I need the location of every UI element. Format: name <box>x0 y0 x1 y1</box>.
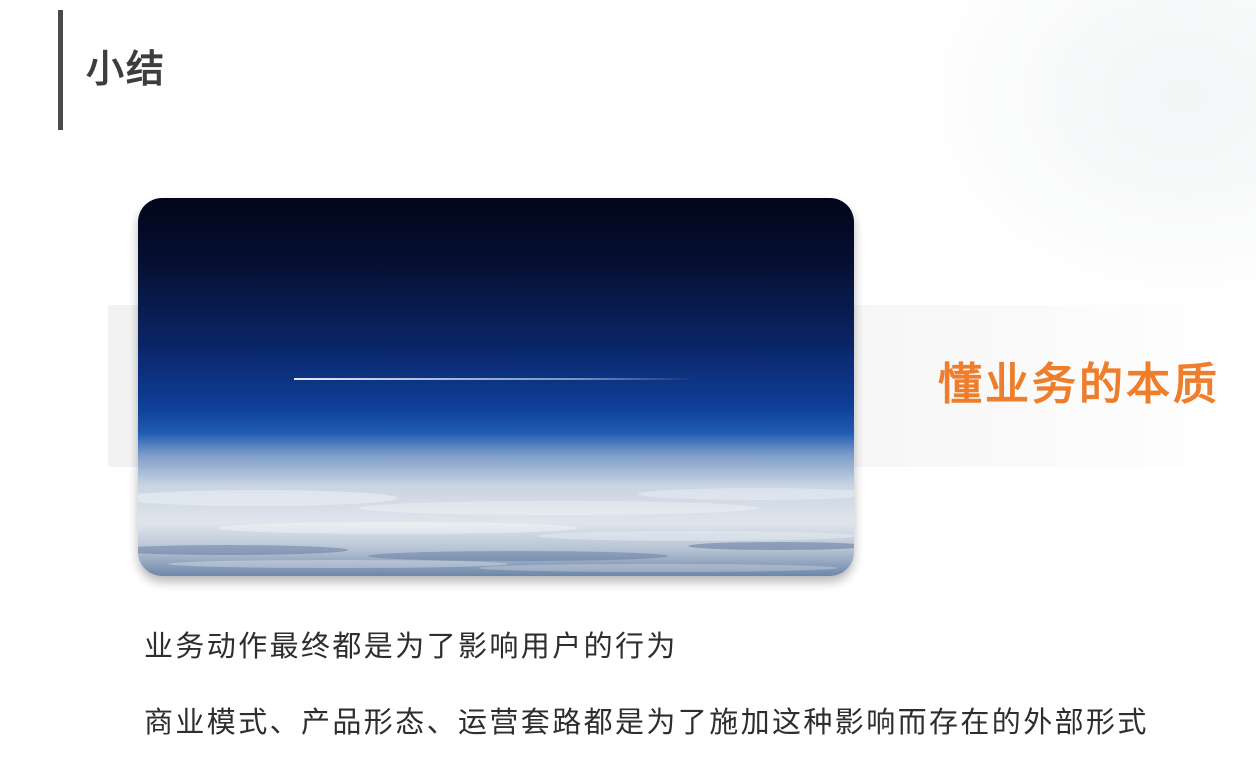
summary-line-2: 商业模式、产品形态、运营套路都是为了施加这种影响而存在的外部形式 <box>144 705 1149 739</box>
page-title: 小结 <box>86 47 167 91</box>
highlight-heading: 懂业务的本质 <box>938 359 1220 410</box>
summary-line-1: 业务动作最终都是为了影响用户的行为 <box>144 629 678 663</box>
background-glow <box>896 0 1256 320</box>
contrail-line <box>294 378 694 380</box>
title-accent-bar <box>58 10 63 130</box>
horizon-photo <box>138 198 854 576</box>
